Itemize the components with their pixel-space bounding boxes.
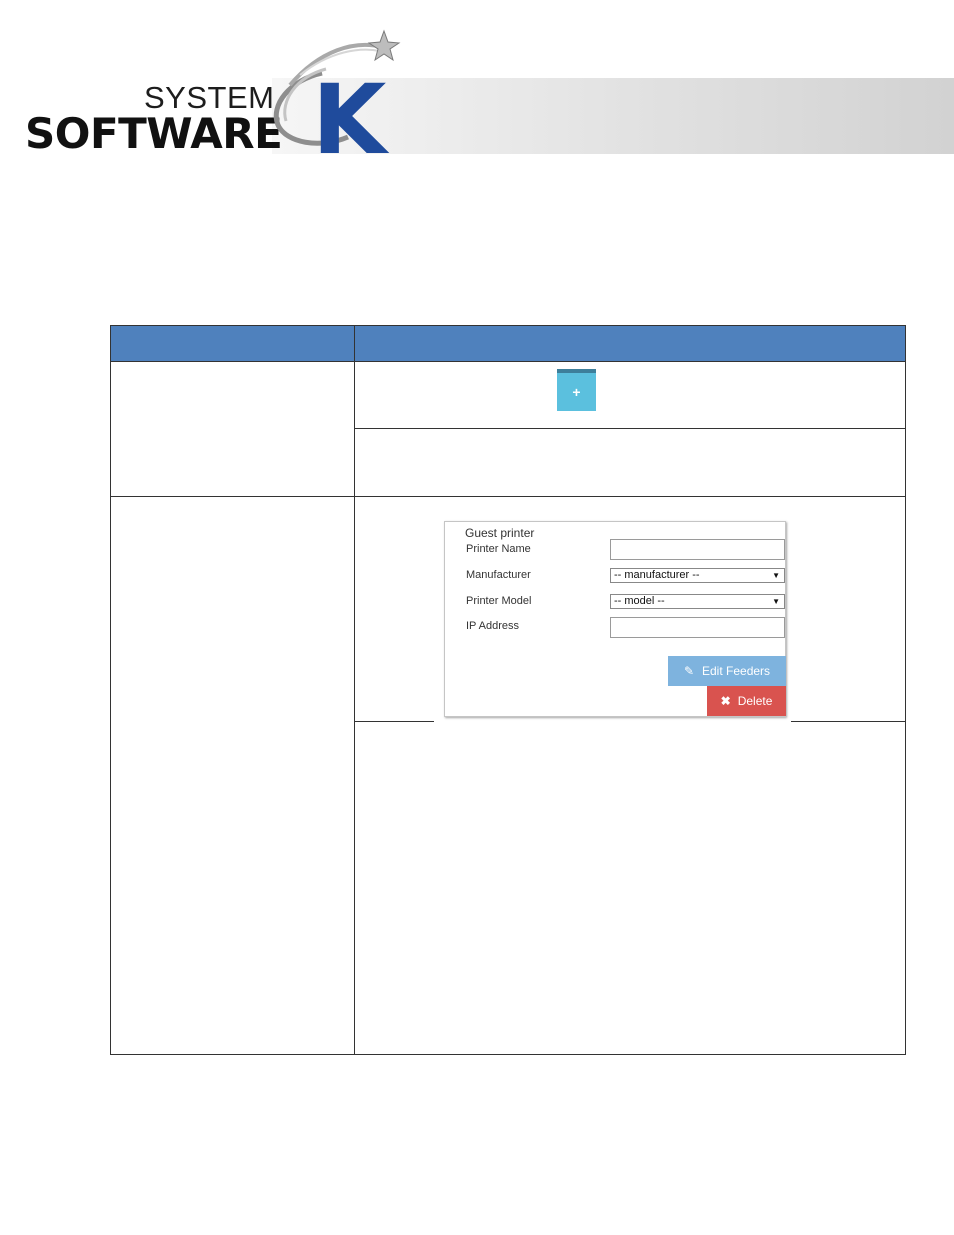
logo-k-emblem: K — [273, 29, 401, 160]
printer-model-select-value: -- model -- — [614, 595, 665, 607]
printer-name-input[interactable] — [610, 539, 785, 560]
table-row-divider-a — [355, 428, 906, 429]
manufacturer-label: Manufacturer — [466, 569, 531, 581]
ip-address-input[interactable] — [610, 617, 785, 638]
guest-printer-legend: Guest printer — [463, 526, 537, 540]
guest-printer-screenshot: Guest printer Printer Name Manufacturer … — [434, 509, 791, 723]
delete-button[interactable]: ✖ Delete — [707, 686, 786, 716]
close-icon: ✖ — [720, 694, 731, 708]
printer-model-label: Printer Model — [466, 595, 532, 607]
table-column-divider — [354, 325, 355, 1055]
pencil-icon: ✎ — [683, 664, 694, 678]
add-button[interactable]: + — [557, 369, 596, 411]
edit-feeders-label: Edit Feeders — [702, 664, 771, 678]
logo-k-letter: K — [312, 64, 390, 160]
table-header-divider — [110, 361, 906, 362]
table-border-left — [110, 325, 111, 1055]
table-header-cell-2 — [355, 325, 906, 361]
printer-name-label: Printer Name — [466, 543, 531, 555]
caret-down-icon: ▼ — [772, 571, 780, 580]
printer-model-select[interactable]: -- model -- ▼ — [610, 594, 785, 609]
logo-software-text: SOFTWARE — [25, 109, 283, 158]
delete-label: Delete — [737, 694, 773, 708]
manufacturer-select-value: -- manufacturer -- — [614, 569, 700, 581]
table-row-divider-b — [110, 496, 906, 497]
table-header-cell-1 — [110, 325, 354, 361]
ip-address-label: IP Address — [466, 620, 519, 632]
table-border-right — [905, 325, 906, 1055]
guest-printer-fieldset: Guest printer Printer Name Manufacturer … — [444, 521, 786, 717]
page-header: SYSTEM SOFTWARE K — [0, 0, 954, 170]
manufacturer-select[interactable]: -- manufacturer -- ▼ — [610, 568, 785, 583]
add-button-label: + — [572, 384, 581, 400]
table-border-top — [110, 325, 906, 326]
caret-down-icon: ▼ — [772, 597, 780, 606]
table-border-bottom — [110, 1054, 906, 1055]
edit-feeders-button[interactable]: ✎ Edit Feeders — [668, 656, 786, 686]
